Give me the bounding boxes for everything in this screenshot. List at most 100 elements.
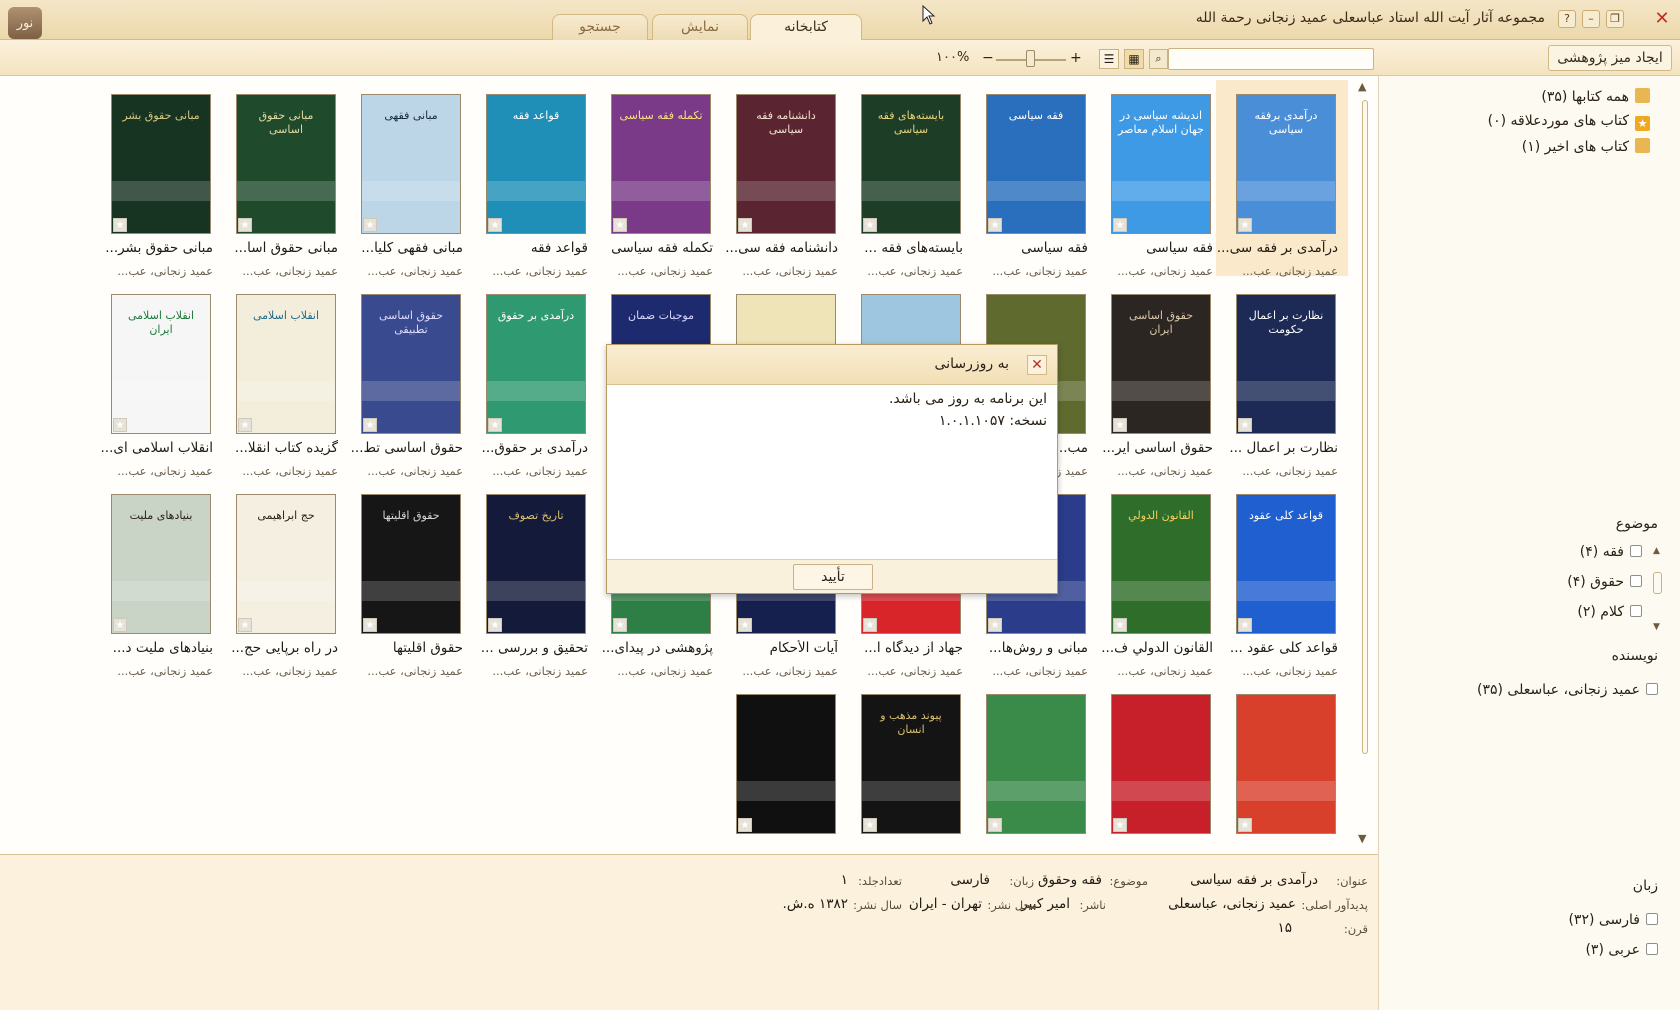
favorite-star-icon[interactable]: ★ (1113, 218, 1127, 232)
favorite-star-icon[interactable]: ★ (238, 618, 252, 632)
zoom-in-icon[interactable]: + (1070, 50, 1082, 66)
book-cover[interactable]: قواعد کلی عقود (1236, 494, 1336, 634)
favorite-star-icon[interactable]: ★ (363, 618, 377, 632)
favorite-star-icon[interactable]: ★ (113, 418, 127, 432)
facet-language-persian[interactable]: فارسی (۳۲) (1568, 912, 1658, 928)
book-cover[interactable]: انقلاب اسلامی ایران (111, 294, 211, 434)
favorite-star-icon[interactable]: ★ (238, 218, 252, 232)
checkbox[interactable] (1646, 943, 1658, 955)
book-item[interactable]: حقوق اساسی ایران ★ حقوق اساسی ایر... عمید ز… (1091, 280, 1223, 478)
book-item[interactable]: فقه سیاسی ★ فقه سیاسی عمید زنجانی، عب... (966, 80, 1098, 278)
book-cover[interactable]: درآمدی بر حقوق (486, 294, 586, 434)
favorite-star-icon[interactable]: ★ (738, 618, 752, 632)
book-cover[interactable]: حقوق اساسی تطبیقی (361, 294, 461, 434)
book-cover[interactable]: فقه سیاسی (986, 94, 1086, 234)
checkbox[interactable] (1646, 683, 1658, 695)
scroll-down-icon[interactable]: ▼ (1358, 832, 1366, 845)
favorite-star-icon[interactable]: ★ (113, 618, 127, 632)
book-item[interactable]: مبانی حقوق اساسی ★ مبانی حقوق اسا... عمید ز… (216, 80, 348, 278)
book-item[interactable]: مبانی حقوق بشر ★ مبانی حقوق بشر... عمید زنج… (91, 80, 223, 278)
favorite-star-icon[interactable]: ★ (613, 618, 627, 632)
vertical-scrollbar[interactable] (1362, 100, 1368, 754)
book-item[interactable]: بایسته‌های فقه سیاسی ★ بایسته‌های فقه ... ع… (841, 80, 973, 278)
book-cover[interactable]: قواعد فقه (486, 94, 586, 234)
facet-scroll-down-icon[interactable]: ▼ (1653, 622, 1660, 632)
favorite-star-icon[interactable]: ★ (738, 818, 752, 832)
book-cover[interactable]: حج ابراهیمی (236, 494, 336, 634)
book-cover[interactable]: حقوق اساسی ایران (1111, 294, 1211, 434)
facet-subject-kalam[interactable]: کلام (۲) (1577, 604, 1642, 620)
dialog-close-icon[interactable]: ✕ (1027, 355, 1047, 375)
book-cover[interactable] (736, 694, 836, 834)
favorite-star-icon[interactable]: ★ (1113, 418, 1127, 432)
favorite-star-icon[interactable]: ★ (363, 218, 377, 232)
book-cover[interactable]: درآمدی برفقه سیاسی (1236, 94, 1336, 234)
help-icon[interactable]: ? (1558, 10, 1576, 28)
search-icon[interactable]: ⌕ (1149, 49, 1168, 69)
tab-library[interactable]: کتابخانه (750, 14, 862, 41)
book-item[interactable]: تکمله فقه سیاسی ★ تکمله فقه سیاسی عمید زنجا… (591, 80, 723, 278)
book-item[interactable]: درآمدی بر حقوق ★ درآمدی بر حقوق... عمید زنج… (466, 280, 598, 478)
book-item[interactable]: دانشنامه فقه سیاسی ★ دانشنامه فقه سی... عمی… (716, 80, 848, 278)
search-input[interactable] (1168, 48, 1374, 70)
book-item[interactable]: بنیادهای ملیت ★ بنیادهای ملیت د... عمید زنج… (91, 480, 223, 678)
scroll-up-icon[interactable]: ▲ (1358, 80, 1366, 93)
book-item[interactable]: القانون الدولي ★ القانون الدولي ف... عمید ز… (1091, 480, 1223, 678)
book-cover[interactable]: تکمله فقه سیاسی (611, 94, 711, 234)
minimize-icon[interactable]: – (1582, 10, 1600, 28)
sidebar-item-all-books[interactable]: همه کتابها (۳۵) (1541, 88, 1650, 105)
favorite-star-icon[interactable]: ★ (988, 218, 1002, 232)
favorite-star-icon[interactable]: ★ (988, 618, 1002, 632)
book-cover[interactable] (1236, 694, 1336, 834)
book-cover[interactable] (1111, 694, 1211, 834)
book-item[interactable]: ★ (966, 680, 1098, 854)
book-cover[interactable]: مبانی حقوق اساسی (236, 94, 336, 234)
favorite-star-icon[interactable]: ★ (1238, 418, 1252, 432)
book-cover[interactable]: نظارت بر اعمال حکومت (1236, 294, 1336, 434)
favorite-star-icon[interactable]: ★ (1238, 218, 1252, 232)
book-item[interactable]: ★ (716, 680, 848, 854)
book-item[interactable]: مبانی فقهی ★ مبانی فقهی کلیا... عمید زنجانی… (341, 80, 473, 278)
book-cover[interactable]: انقلاب اسلامی (236, 294, 336, 434)
zoom-out-icon[interactable]: − (982, 50, 994, 66)
book-cover[interactable]: القانون الدولي (1111, 494, 1211, 634)
favorite-star-icon[interactable]: ★ (738, 218, 752, 232)
facet-language-arabic[interactable]: عربی (۳) (1585, 942, 1658, 958)
checkbox[interactable] (1630, 545, 1642, 557)
book-item[interactable]: حج ابراهیمی ★ در راه برپایی حج... عمید زنجا… (216, 480, 348, 678)
facet-subject-law[interactable]: حقوق (۴) (1567, 574, 1642, 590)
book-cover[interactable] (986, 694, 1086, 834)
book-item[interactable]: انقلاب اسلامی ایران ★ انقلاب اسلامی ای... ع… (91, 280, 223, 478)
book-item[interactable]: ★ (1091, 680, 1223, 854)
book-cover[interactable]: بایسته‌های فقه سیاسی (861, 94, 961, 234)
book-item[interactable]: قواعد فقه ★ قواعد فقه عمید زنجانی، عب... (466, 80, 598, 278)
favorite-star-icon[interactable]: ★ (363, 418, 377, 432)
book-item[interactable]: حقوق اقلیتها ★ حقوق اقلیتها عمید زنجانی، عب… (341, 480, 473, 678)
book-item[interactable]: اندیشه سیاسی در جهان اسلام معاصر ★ فقه سیا… (1091, 80, 1223, 278)
dialog-ok-button[interactable]: تأیید (793, 564, 873, 590)
favorite-star-icon[interactable]: ★ (488, 218, 502, 232)
book-cover[interactable]: تاریخ تصوف (486, 494, 586, 634)
favorite-star-icon[interactable]: ★ (238, 418, 252, 432)
favorite-star-icon[interactable]: ★ (988, 818, 1002, 832)
book-item[interactable]: قواعد کلی عقود ★ قواعد کلی عقود ... عمید زن… (1216, 480, 1348, 678)
book-item[interactable]: نظارت بر اعمال حکومت ★ نظارت بر اعمال ... ع… (1216, 280, 1348, 478)
close-icon[interactable]: ✕ (1652, 9, 1672, 29)
book-item[interactable]: حقوق اساسی تطبیقی ★ حقوق اساسی تط... عمید ز… (341, 280, 473, 478)
book-cover[interactable]: دانشنامه فقه سیاسی (736, 94, 836, 234)
checkbox[interactable] (1630, 575, 1642, 587)
sidebar-item-favorites[interactable]: ★کتاب های موردعلاقه (۰) (1488, 113, 1650, 131)
checkbox[interactable] (1630, 605, 1642, 617)
tab-view[interactable]: نمایش (652, 14, 748, 40)
tab-search[interactable]: جستجو (552, 14, 648, 40)
restore-icon[interactable]: ❐ (1606, 10, 1624, 28)
facet-scrollbar[interactable] (1653, 572, 1662, 594)
grid-view-icon[interactable]: ▦ (1124, 49, 1144, 69)
facet-author-item[interactable]: عمید زنجانی، عباسعلی (۳۵) (1477, 682, 1658, 698)
book-cover[interactable]: اندیشه سیاسی در جهان اسلام معاصر (1111, 94, 1211, 234)
book-cover[interactable]: حقوق اقلیتها (361, 494, 461, 634)
book-cover[interactable]: پیوند مذهب و انسان (861, 694, 961, 834)
favorite-star-icon[interactable]: ★ (1113, 618, 1127, 632)
book-cover[interactable]: مبانی حقوق بشر (111, 94, 211, 234)
book-item[interactable]: پیوند مذهب و انسان ★ (841, 680, 973, 854)
